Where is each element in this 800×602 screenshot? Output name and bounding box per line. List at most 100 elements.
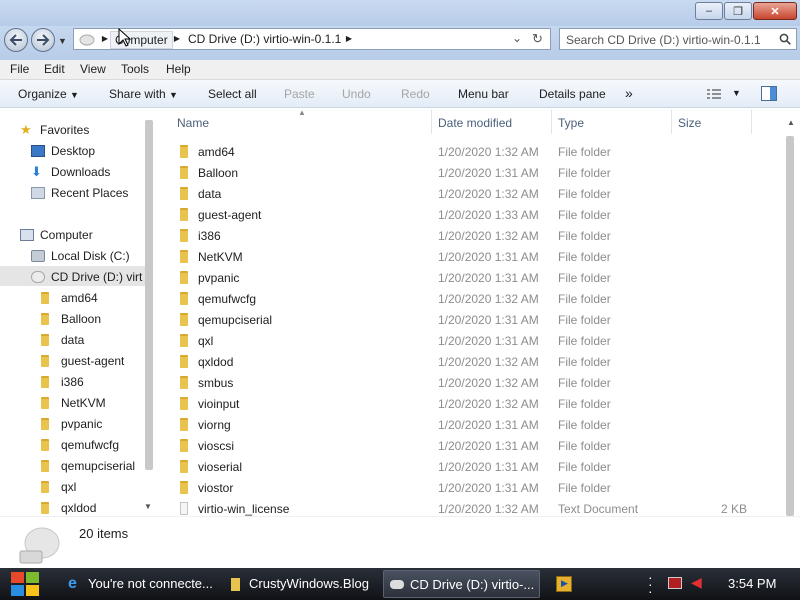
address-dropdown-icon[interactable]: ⌄ bbox=[512, 31, 522, 45]
chevron-down-icon[interactable]: ▼ bbox=[732, 88, 741, 98]
file-row[interactable]: qemupciserial 1/20/2020 1:31 AM File folde… bbox=[160, 309, 780, 330]
search-icon[interactable] bbox=[779, 33, 791, 45]
paste-button[interactable]: Paste bbox=[284, 87, 315, 101]
file-row[interactable]: vioinput 1/20/2020 1:32 AM File folder bbox=[160, 393, 780, 414]
share-with-button[interactable]: Share with ▼ bbox=[109, 87, 178, 101]
file-name: smbus bbox=[198, 376, 234, 390]
refresh-icon[interactable]: ↻ bbox=[532, 31, 543, 47]
file-list-scrollbar-thumb[interactable] bbox=[786, 136, 794, 516]
column-divider[interactable] bbox=[431, 110, 432, 134]
file-row[interactable]: data 1/20/2020 1:32 AM File folder bbox=[160, 183, 780, 204]
file-row[interactable]: Balloon 1/20/2020 1:31 AM File folder bbox=[160, 162, 780, 183]
menu-edit[interactable]: Edit bbox=[44, 62, 65, 76]
file-date: 1/20/2020 1:32 AM bbox=[438, 502, 539, 516]
menu-tools[interactable]: Tools bbox=[121, 62, 149, 76]
nav-favorites-label: Favorites bbox=[40, 123, 90, 137]
menu-help[interactable]: Help bbox=[166, 62, 191, 76]
file-row[interactable]: qxldod 1/20/2020 1:32 AM File folder bbox=[160, 351, 780, 372]
file-type: File folder bbox=[558, 481, 611, 495]
column-divider[interactable] bbox=[551, 110, 552, 134]
mouse-pointer-icon bbox=[118, 28, 132, 47]
media-player-icon[interactable]: ▶ bbox=[556, 576, 572, 592]
taskbar-task-explorer[interactable]: CD Drive (D:) virtio-... bbox=[383, 570, 540, 598]
file-size: 2 KB bbox=[721, 502, 748, 516]
file-row[interactable]: viorng 1/20/2020 1:31 AM File folder bbox=[160, 414, 780, 435]
folder-icon bbox=[180, 292, 188, 305]
folder-icon bbox=[41, 502, 49, 514]
file-row[interactable]: vioserial 1/20/2020 1:31 AM File folder bbox=[160, 456, 780, 477]
menu-view[interactable]: View bbox=[80, 62, 106, 76]
file-row[interactable]: qxl 1/20/2020 1:31 AM File folder bbox=[160, 330, 780, 351]
nav-folder-label: NetKVM bbox=[61, 396, 106, 410]
forward-button[interactable] bbox=[31, 28, 55, 52]
scroll-up-icon[interactable]: ▲ bbox=[787, 118, 795, 127]
cd-drive-icon bbox=[390, 580, 404, 589]
column-name[interactable]: Name bbox=[177, 116, 209, 130]
breadcrumb-arrow-icon[interactable]: ▶ bbox=[100, 31, 110, 47]
folder-icon bbox=[41, 376, 49, 388]
column-size[interactable]: Size bbox=[678, 116, 701, 130]
clock[interactable]: 3:54 PM bbox=[728, 576, 776, 591]
recent-pages-dropdown-icon[interactable]: ▼ bbox=[58, 36, 67, 46]
file-name: Balloon bbox=[198, 166, 239, 180]
redo-button[interactable]: Redo bbox=[401, 87, 430, 101]
organize-label: Organize bbox=[18, 87, 67, 101]
nav-recent-places-label: Recent Places bbox=[51, 186, 129, 200]
folder-icon bbox=[180, 145, 188, 158]
folder-icon bbox=[180, 271, 188, 284]
organize-button[interactable]: Organize ▼ bbox=[18, 87, 79, 101]
file-date: 1/20/2020 1:31 AM bbox=[438, 271, 539, 285]
file-row[interactable]: vioscsi 1/20/2020 1:31 AM File folder bbox=[160, 435, 780, 456]
file-name: vioserial bbox=[198, 460, 243, 474]
file-type: File folder bbox=[558, 292, 611, 306]
volume-muted-icon[interactable]: ◀ bbox=[691, 574, 702, 591]
folder-icon bbox=[41, 418, 49, 430]
minimize-button[interactable]: – bbox=[695, 2, 723, 20]
folder-icon bbox=[180, 208, 188, 221]
column-divider[interactable] bbox=[671, 110, 672, 134]
folder-icon bbox=[180, 376, 188, 389]
file-row[interactable]: amd64 1/20/2020 1:32 AM File folder bbox=[160, 141, 780, 162]
file-row[interactable]: i386 1/20/2020 1:32 AM File folder bbox=[160, 225, 780, 246]
network-disconnected-icon[interactable] bbox=[668, 577, 682, 589]
breadcrumb-arrow-icon[interactable]: ▶ bbox=[344, 31, 354, 47]
taskbar-task-label: You're not connecte... bbox=[88, 576, 213, 591]
file-row[interactable]: viostor 1/20/2020 1:31 AM File folder bbox=[160, 477, 780, 498]
maximize-button[interactable]: ❐ bbox=[724, 2, 752, 20]
file-row[interactable]: smbus 1/20/2020 1:32 AM File folder bbox=[160, 372, 780, 393]
view-options-button[interactable] bbox=[706, 88, 722, 103]
taskbar-task-ie[interactable]: e You're not connecte... bbox=[62, 570, 217, 598]
taskbar-task-folder[interactable]: CrustyWindows.Blog bbox=[225, 570, 375, 598]
breadcrumb-cd-drive[interactable]: CD Drive (D:) virtio-win-0.1.1 bbox=[188, 31, 341, 47]
start-button[interactable] bbox=[8, 569, 46, 599]
file-name: amd64 bbox=[198, 145, 235, 159]
details-pane-button[interactable]: Details pane bbox=[539, 87, 606, 101]
file-name: viostor bbox=[198, 481, 234, 495]
undo-button[interactable]: Undo bbox=[342, 87, 371, 101]
breadcrumb-arrow-icon[interactable]: ▶ bbox=[172, 31, 182, 47]
menu-bar-button[interactable]: Menu bar bbox=[458, 87, 509, 101]
menu-file[interactable]: File bbox=[10, 62, 29, 76]
file-type: File folder bbox=[558, 355, 611, 369]
scroll-down-icon[interactable]: ▼ bbox=[144, 502, 152, 511]
close-button[interactable]: ✕ bbox=[753, 2, 797, 20]
file-list-scrollbar[interactable]: ▲ bbox=[784, 118, 796, 516]
column-type[interactable]: Type bbox=[558, 116, 584, 130]
more-commands-button[interactable]: » bbox=[625, 85, 633, 101]
preview-pane-button[interactable] bbox=[761, 86, 777, 104]
select-all-button[interactable]: Select all bbox=[208, 87, 257, 101]
file-row[interactable]: NetKVM 1/20/2020 1:31 AM File folder bbox=[160, 246, 780, 267]
back-button[interactable] bbox=[4, 28, 28, 52]
search-box[interactable]: Search CD Drive (D:) virtio-win-0.1.1 bbox=[559, 28, 797, 50]
cd-drive-icon bbox=[31, 271, 45, 283]
sort-ascending-icon: ▲ bbox=[298, 108, 306, 117]
file-row[interactable]: guest-agent 1/20/2020 1:33 AM File folder bbox=[160, 204, 780, 225]
file-row[interactable]: qemufwcfg 1/20/2020 1:32 AM File folder bbox=[160, 288, 780, 309]
nav-scrollbar-thumb[interactable] bbox=[145, 120, 153, 470]
file-row[interactable]: pvpanic 1/20/2020 1:31 AM File folder bbox=[160, 267, 780, 288]
column-date-modified[interactable]: Date modified bbox=[438, 116, 512, 130]
address-bar[interactable]: ▶ Computer ▶ CD Drive (D:) virtio-win-0.… bbox=[73, 28, 551, 50]
file-name: qxldod bbox=[198, 355, 234, 369]
column-divider[interactable] bbox=[751, 110, 752, 134]
tray-overflow-icon[interactable]: · · · bbox=[648, 570, 653, 598]
